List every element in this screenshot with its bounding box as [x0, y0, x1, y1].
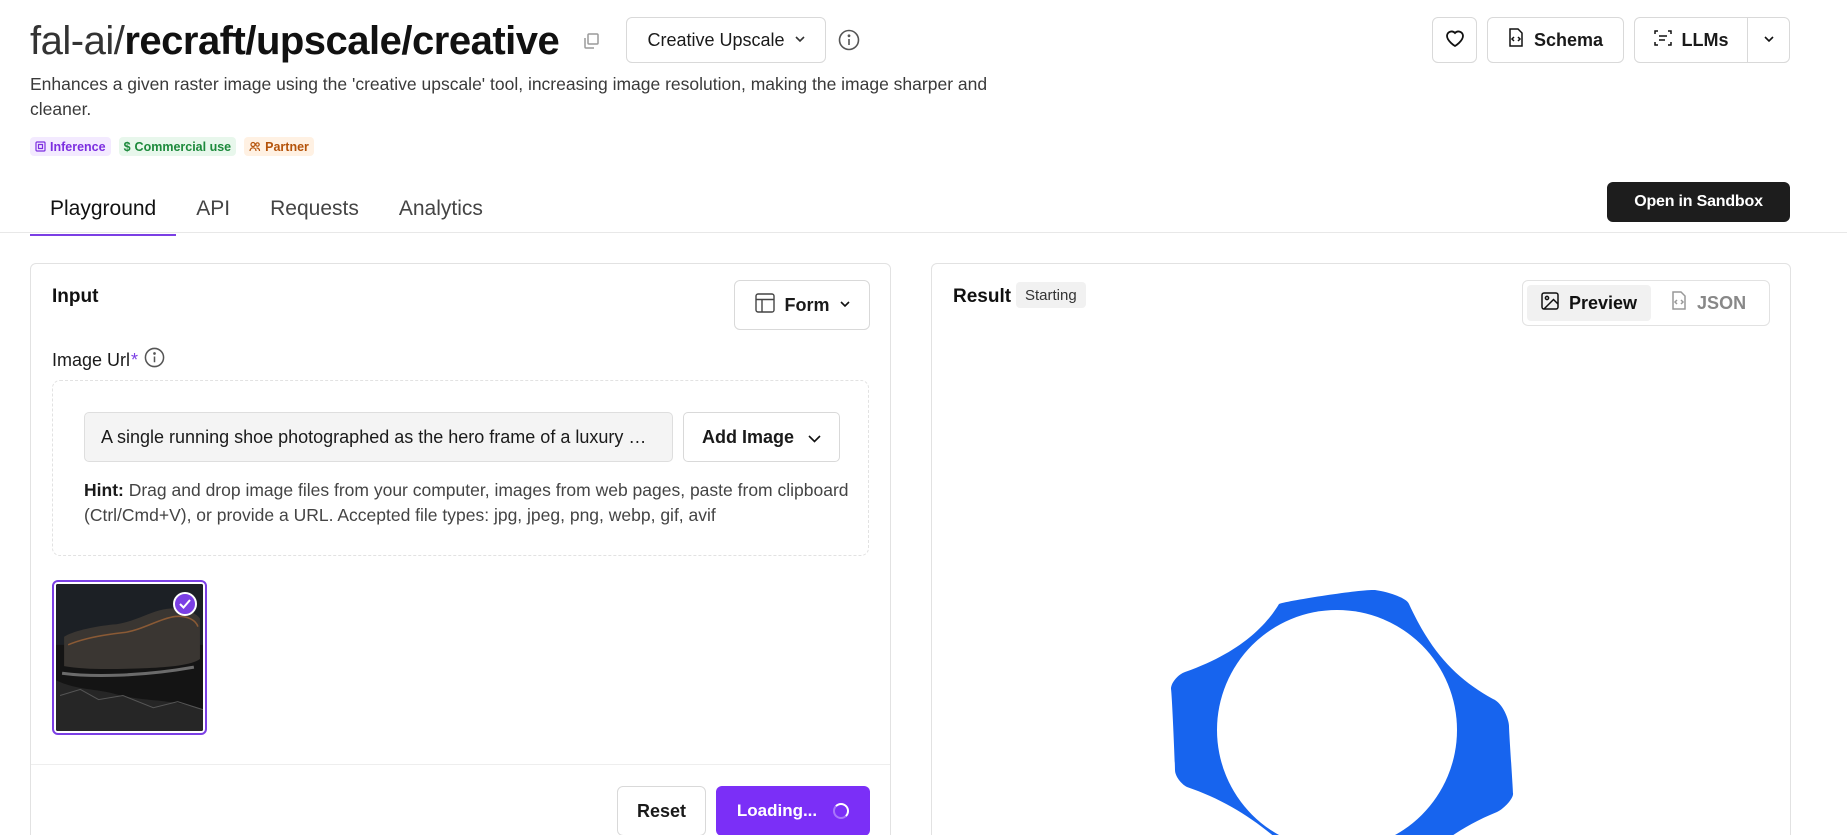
main-tabs: Playground API Requests Analytics	[30, 183, 503, 236]
reset-button[interactable]: Reset	[617, 786, 706, 835]
tab-analytics[interactable]: Analytics	[379, 183, 503, 235]
result-panel: Result Starting Preview JSON	[931, 263, 1791, 835]
inference-badge-label: Inference	[50, 139, 106, 154]
header-actions: Schema LLMs	[1432, 17, 1790, 63]
copy-icon[interactable]	[581, 31, 601, 51]
required-marker: *	[131, 349, 139, 370]
commercial-use-badge: $ Commercial use	[118, 137, 237, 156]
layout-icon	[754, 292, 775, 318]
partner-badge-label: Partner	[265, 139, 309, 154]
open-in-sandbox-button[interactable]: Open in Sandbox	[1607, 182, 1790, 222]
json-label: JSON	[1697, 292, 1747, 313]
status-badge: Starting	[1016, 282, 1086, 308]
spinner-icon	[833, 803, 850, 819]
chevron-down-icon	[839, 300, 850, 311]
add-image-label: Add Image	[701, 426, 794, 447]
form-mode-label: Form	[784, 294, 830, 315]
commercial-badge-label: Commercial use	[134, 139, 232, 154]
hint-label: Hint:	[84, 480, 124, 500]
info-icon[interactable]	[838, 29, 860, 51]
schema-button-label: Schema	[1533, 29, 1604, 50]
heart-icon	[1444, 28, 1466, 53]
image-icon	[1541, 291, 1559, 315]
image-url-input[interactable]: A single running shoe photographed as th…	[84, 412, 673, 462]
image-url-label-text: Image Url	[52, 349, 131, 370]
run-button-label: Loading...	[736, 801, 818, 820]
page-title: fal-ai/recraft/upscale/creative	[30, 18, 560, 64]
schema-button[interactable]: Schema	[1487, 17, 1624, 63]
dollar-icon: $	[123, 139, 131, 154]
llms-button-group: LLMs	[1634, 17, 1790, 63]
preview-label: Preview	[1569, 292, 1638, 313]
selected-image-thumbnail[interactable]	[52, 580, 207, 735]
scan-text-icon	[1653, 29, 1672, 51]
info-icon[interactable]	[144, 347, 165, 373]
input-panel-title: Input	[52, 286, 99, 307]
file-code-icon	[1508, 28, 1524, 52]
upload-hint: Hint: Drag and drop image files from you…	[84, 478, 854, 528]
badge-list: Inference $ Commercial use Partner	[30, 137, 314, 156]
favorite-button[interactable]	[1432, 17, 1477, 63]
hint-text: Drag and drop image files from your comp…	[84, 480, 849, 525]
input-panel: Input Form Image Url * A single running …	[30, 263, 891, 835]
inference-icon	[35, 141, 46, 152]
fal-logo-icon	[1171, 589, 1514, 835]
llms-button[interactable]: LLMs	[1635, 18, 1748, 62]
tab-requests[interactable]: Requests	[250, 183, 379, 235]
run-button[interactable]: Loading...	[716, 786, 870, 835]
result-view-toggle: Preview JSON	[1522, 280, 1770, 326]
chevron-down-icon	[794, 34, 805, 46]
endpoint-select[interactable]: Creative Upscale	[626, 17, 826, 63]
chevron-down-icon	[1763, 34, 1774, 46]
result-panel-title: Result	[953, 286, 1012, 307]
image-url-label: Image Url *	[52, 347, 165, 373]
model-owner: fal-ai/	[30, 18, 125, 63]
tab-api[interactable]: API	[176, 183, 250, 235]
tabs-divider	[0, 232, 1847, 233]
llms-dropdown-button[interactable]	[1748, 18, 1789, 62]
model-description: Enhances a given raster image using the …	[30, 74, 988, 119]
endpoint-select-label: Creative Upscale	[647, 29, 785, 50]
panel-footer-divider	[31, 764, 890, 765]
check-icon	[173, 592, 197, 616]
users-icon	[249, 141, 261, 152]
file-code-icon	[1671, 291, 1687, 315]
preview-toggle[interactable]: Preview	[1527, 285, 1652, 321]
page-title-row: fal-ai/recraft/upscale/creative	[30, 16, 601, 66]
image-drop-zone[interactable]: A single running shoe photographed as th…	[52, 380, 869, 556]
add-image-button[interactable]: Add Image	[683, 412, 840, 462]
json-toggle[interactable]: JSON	[1657, 285, 1760, 321]
form-mode-select[interactable]: Form	[734, 280, 870, 330]
chevron-down-icon	[808, 427, 821, 448]
llms-button-label: LLMs	[1681, 29, 1729, 50]
tab-playground[interactable]: Playground	[30, 183, 177, 236]
partner-badge: Partner	[244, 137, 314, 156]
inference-badge: Inference	[30, 137, 111, 156]
model-path: recraft/upscale/creative	[124, 18, 560, 63]
